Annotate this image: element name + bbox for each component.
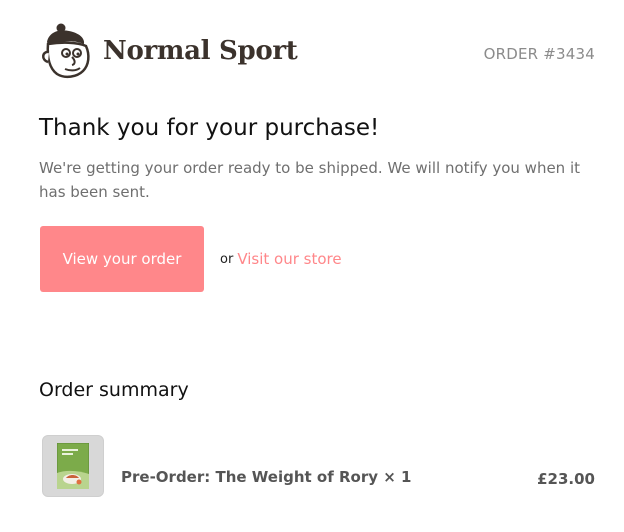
- book-cover-icon: [57, 443, 89, 489]
- or-separator: or: [220, 251, 234, 267]
- product-thumbnail: [42, 435, 104, 497]
- visit-store-link[interactable]: Visit our store: [237, 250, 341, 268]
- view-order-button[interactable]: View your order: [40, 226, 204, 292]
- order-number: ORDER #3434: [483, 45, 595, 63]
- item-name: Pre-Order: The Weight of Rory × 1: [121, 468, 412, 486]
- order-confirmation-page: Normal Sport ORDER #3434 Thank you for y…: [0, 0, 624, 532]
- item-price: £23.00: [537, 470, 595, 488]
- order-actions: View your order or Visit our store: [40, 226, 342, 292]
- confirmation-message: We're getting your order ready to be shi…: [39, 159, 581, 201]
- page-title: Thank you for your purchase!: [39, 115, 380, 141]
- brand-logo[interactable]: Normal Sport: [39, 22, 298, 80]
- order-summary-title: Order summary: [39, 379, 189, 401]
- order-line-item: Pre-Order: The Weight of Rory × 1 £23.00: [42, 435, 595, 497]
- brand-name: Normal Sport: [103, 36, 298, 66]
- mascot-logo-icon: [42, 23, 90, 79]
- header: Normal Sport ORDER #3434: [39, 22, 595, 82]
